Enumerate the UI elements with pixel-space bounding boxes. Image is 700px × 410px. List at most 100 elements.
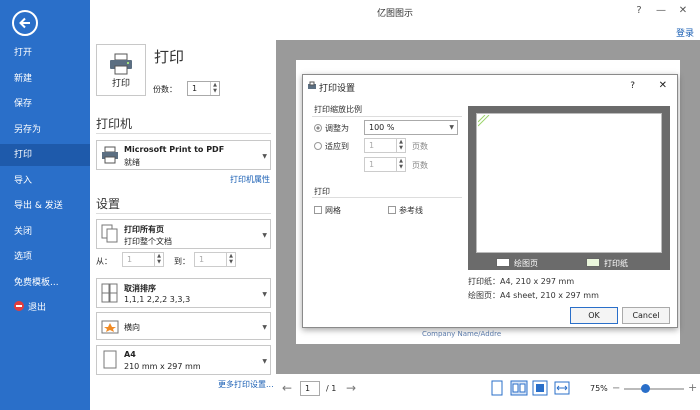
divider bbox=[312, 197, 462, 198]
page-number-value: 1 bbox=[305, 384, 311, 393]
sidebar-item-new[interactable]: 新建 bbox=[0, 68, 90, 90]
fit-page-icon[interactable] bbox=[532, 380, 548, 396]
preview-page-text: Company Name/Addre bbox=[422, 330, 502, 338]
fit-width-icon[interactable] bbox=[554, 380, 570, 396]
page-corner-icon bbox=[478, 115, 490, 127]
orientation-select[interactable]: 横向 ▼ bbox=[96, 312, 271, 340]
to-page-value: 1 bbox=[199, 255, 205, 264]
grid-checkbox[interactable]: 网格 bbox=[314, 205, 341, 216]
grid-label: 网格 bbox=[325, 206, 341, 215]
legend-print-paper: 打印纸 bbox=[604, 259, 628, 268]
printer-select[interactable]: Microsoft Print to PDF 就绪 ▼ bbox=[96, 140, 271, 170]
stepper-arrows-icon[interactable]: ▲ ▼ bbox=[396, 139, 405, 152]
guides-label: 参考线 bbox=[399, 206, 423, 215]
settings-heading: 设置 bbox=[96, 197, 121, 211]
adjust-to-radio[interactable]: 调整为 bbox=[314, 123, 349, 134]
printer-heading: 打印机 bbox=[96, 117, 133, 131]
zoom-slider-thumb[interactable] bbox=[641, 384, 650, 393]
print-settings-icon bbox=[308, 81, 316, 89]
cancel-button[interactable]: Cancel bbox=[622, 307, 670, 324]
paper-info: 打印纸：A4, 210 x 297 mm bbox=[468, 277, 575, 286]
zoom-out-icon[interactable]: − bbox=[612, 383, 620, 394]
sidebar-item-print[interactable]: 打印 bbox=[0, 144, 90, 166]
fit-pages-wide-stepper[interactable]: 1 ▲ ▼ bbox=[364, 138, 406, 153]
sidebar-item-free-templates[interactable]: 免费模板... bbox=[0, 272, 90, 294]
print-range-title: 打印所有页 bbox=[124, 225, 164, 234]
fit-pages-tall-value: 1 bbox=[369, 160, 375, 169]
zoom-in-icon[interactable]: + bbox=[688, 381, 697, 394]
drawing-page-swatch bbox=[496, 258, 510, 267]
fit-pages-tall-stepper[interactable]: 1 ▲ ▼ bbox=[364, 157, 406, 172]
help-icon[interactable]: ? bbox=[632, 4, 646, 18]
from-label: 从： bbox=[96, 257, 112, 266]
fit-to-radio[interactable]: 适应到 bbox=[314, 141, 349, 152]
collation-title: 取消排序 bbox=[124, 284, 156, 293]
more-print-settings-link[interactable]: 更多打印设置... bbox=[218, 379, 274, 390]
copies-stepper[interactable]: 1 ▲ ▼ bbox=[187, 81, 220, 96]
sidebar-item-open[interactable]: 打开 bbox=[0, 42, 90, 64]
to-page-stepper[interactable]: 1 ▲ ▼ bbox=[194, 252, 236, 267]
print-range-subtitle: 打印整个文档 bbox=[124, 237, 172, 246]
divider bbox=[312, 116, 462, 117]
radio-selected-icon bbox=[314, 124, 322, 132]
sidebar-item-close[interactable]: 关闭 bbox=[0, 221, 90, 243]
collation-select[interactable]: 取消排序 1,1,1 2,2,2 3,3,3 ▼ bbox=[96, 278, 271, 308]
stepper-arrows-icon[interactable]: ▲ ▼ bbox=[396, 158, 405, 171]
drawing-page-info: 绘图页：A4 sheet, 210 x 297 mm bbox=[468, 291, 599, 300]
chevron-down-icon: ▼ bbox=[262, 291, 267, 298]
close-window-icon[interactable]: ✕ bbox=[676, 4, 690, 18]
sidebar-item-options[interactable]: 选项 bbox=[0, 246, 90, 268]
adjust-to-label: 调整为 bbox=[325, 124, 349, 133]
pages-icon bbox=[101, 224, 118, 243]
orientation-label: 横向 bbox=[124, 323, 140, 332]
collate-icon bbox=[101, 283, 118, 303]
sidebar: 打开 新建 保存 另存为 打印 导入 导出 & 发送 关闭 选项 免费模板...… bbox=[0, 0, 90, 410]
paper-size-subtitle: 210 mm x 297 mm bbox=[124, 362, 201, 371]
page-number-input[interactable]: 1 bbox=[300, 381, 320, 396]
paper-icon bbox=[103, 350, 117, 369]
window-title: 亿图图示 bbox=[376, 9, 413, 19]
chevron-down-icon: ▼ bbox=[449, 124, 454, 131]
dialog-title: 打印设置 bbox=[319, 84, 356, 94]
sidebar-item-import[interactable]: 导入 bbox=[0, 170, 90, 192]
stepper-arrows-icon[interactable]: ▲ ▼ bbox=[154, 253, 163, 266]
fit-to-label: 适应到 bbox=[325, 142, 349, 151]
print-range-select[interactable]: 打印所有页 打印整个文档 ▼ bbox=[96, 219, 271, 249]
chevron-down-icon: ▼ bbox=[262, 324, 267, 331]
two-page-view-icon[interactable] bbox=[510, 380, 528, 396]
zoom-slider[interactable] bbox=[624, 384, 684, 393]
stepper-arrows-icon[interactable]: ▲ ▼ bbox=[226, 253, 235, 266]
printer-icon bbox=[102, 146, 118, 164]
landscape-icon bbox=[101, 320, 119, 334]
sidebar-item-exit[interactable]: 退出 bbox=[0, 297, 90, 319]
checkbox-icon bbox=[388, 206, 396, 214]
print-button[interactable]: 打印 bbox=[96, 44, 146, 96]
login-link[interactable]: 登录 bbox=[676, 26, 694, 39]
zoom-level: 75% bbox=[590, 384, 608, 393]
collation-subtitle: 1,1,1 2,2,2 3,3,3 bbox=[124, 295, 191, 304]
divider bbox=[96, 133, 271, 134]
printer-name: Microsoft Print to PDF bbox=[124, 145, 225, 154]
single-page-view-icon[interactable] bbox=[490, 380, 504, 396]
print-heading: 打印 bbox=[154, 48, 185, 66]
copies-label: 份数： bbox=[153, 85, 177, 94]
stepper-arrows-icon[interactable]: ▲ ▼ bbox=[210, 82, 219, 95]
paper-size-select[interactable]: A4 210 mm x 297 mm ▼ bbox=[96, 345, 271, 375]
checkbox-icon bbox=[314, 206, 322, 214]
dialog-close-icon[interactable]: ✕ bbox=[659, 80, 667, 91]
sidebar-item-save[interactable]: 保存 bbox=[0, 93, 90, 115]
dialog-help-icon[interactable]: ? bbox=[630, 81, 635, 91]
chevron-down-icon: ▼ bbox=[262, 153, 267, 160]
minimize-icon[interactable]: — bbox=[654, 4, 668, 18]
scale-select[interactable]: 100 % ▼ bbox=[364, 120, 458, 135]
back-arrow-icon[interactable] bbox=[12, 10, 38, 36]
from-page-stepper[interactable]: 1 ▲ ▼ bbox=[122, 252, 164, 267]
ok-button[interactable]: OK bbox=[570, 307, 618, 324]
next-page-icon[interactable]: → bbox=[346, 381, 356, 395]
sidebar-item-export-send[interactable]: 导出 & 发送 bbox=[0, 195, 90, 217]
previous-page-icon[interactable]: ← bbox=[282, 381, 292, 395]
legend-drawing-page: 绘图页 bbox=[514, 259, 538, 268]
guides-checkbox[interactable]: 参考线 bbox=[388, 205, 423, 216]
printer-properties-link[interactable]: 打印机属性 bbox=[230, 174, 270, 185]
sidebar-item-save-as[interactable]: 另存为 bbox=[0, 119, 90, 141]
